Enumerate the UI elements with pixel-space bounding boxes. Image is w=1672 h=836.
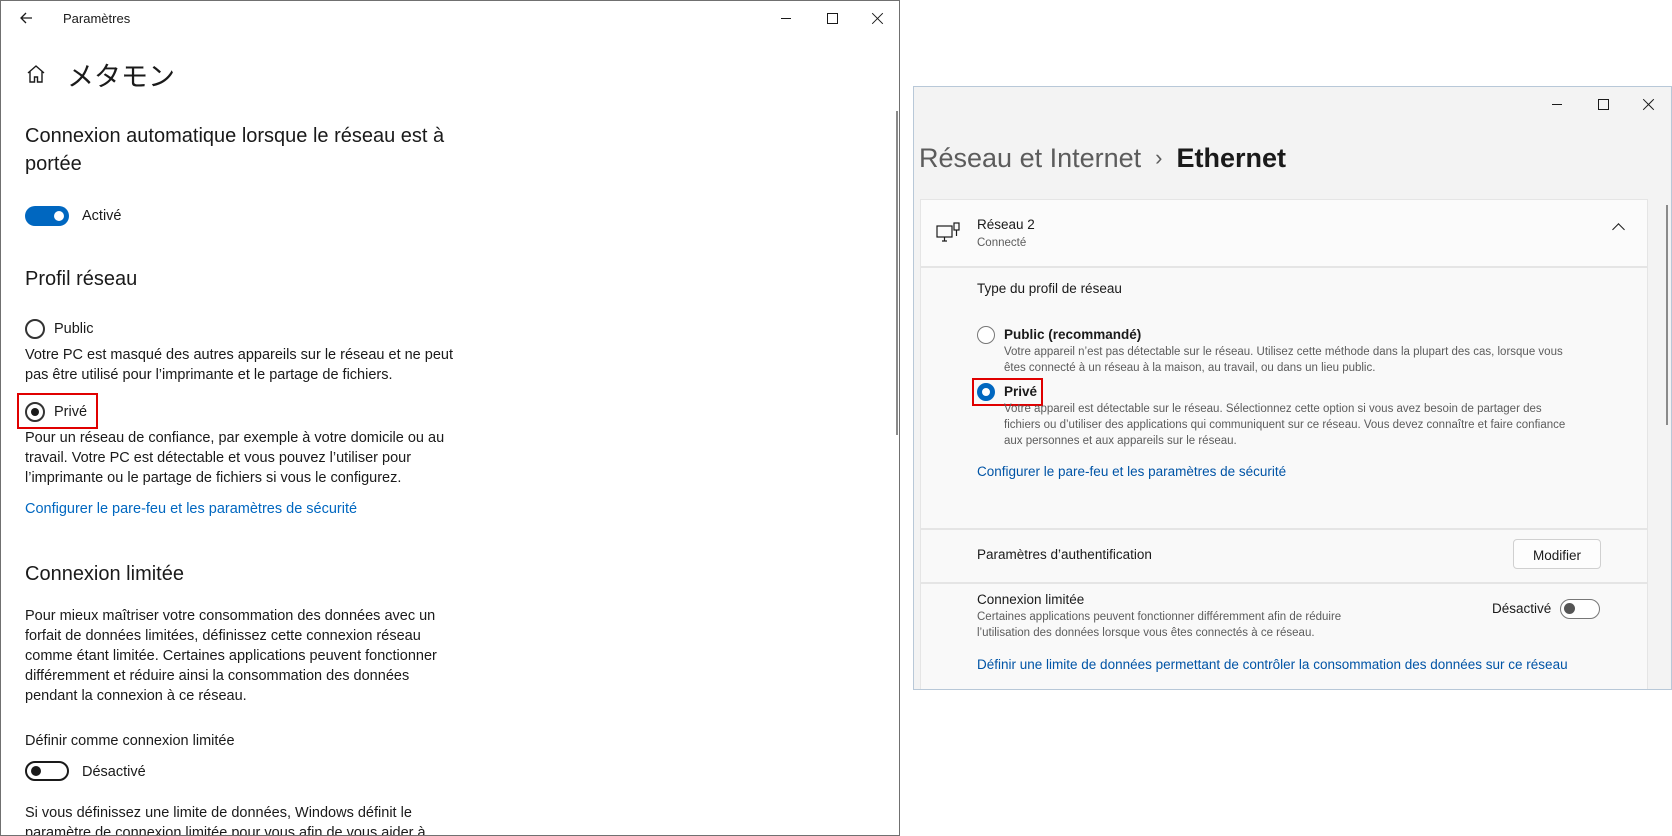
minimize-icon <box>1552 103 1562 105</box>
data-limit-footer: Si vous définissez une limite de données… <box>25 805 426 836</box>
public-radio-label: Public <box>54 321 94 337</box>
close-icon <box>1643 98 1655 110</box>
settings-window-win10: Paramètres メタモン Connexion automatique lo… <box>0 0 900 836</box>
page-title: メタモン <box>67 62 175 92</box>
scrollbar-thumb[interactable] <box>896 111 898 435</box>
metered-toggle-label: Désactivé <box>1492 601 1552 616</box>
network-status: Connecté <box>977 237 1027 249</box>
metered-description: Pour mieux maîtriser votre consommation … <box>25 608 437 704</box>
minimize-button[interactable] <box>763 1 809 35</box>
back-button[interactable] <box>15 7 37 29</box>
set-metered-label: Définir comme connexion limitée <box>25 733 235 749</box>
settings-window-win11: Réseau et Internet › Ethernet Réseau 2 Con… <box>913 86 1672 690</box>
minimize-button[interactable] <box>1534 87 1580 121</box>
app-title: Paramètres <box>63 11 131 26</box>
modify-button[interactable]: Modifier <box>1513 539 1601 569</box>
private-radio-label: Privé <box>54 404 88 420</box>
close-button[interactable] <box>855 1 899 35</box>
network-profile-heading: Profil réseau <box>25 268 138 290</box>
public-radio-label: Public (recommandé) <box>1004 327 1142 342</box>
firewall-settings-link[interactable]: Configurer le pare-feu et les paramètres… <box>977 464 1286 479</box>
back-arrow-icon <box>20 12 32 24</box>
breadcrumb-parent[interactable]: Réseau et Internet <box>919 143 1141 173</box>
private-description: Pour un réseau de confiance, par exemple… <box>25 430 445 486</box>
private-radio-label: Privé <box>1004 384 1038 399</box>
firewall-settings-link[interactable]: Configurer le pare-feu et les paramètres… <box>25 501 357 517</box>
ethernet-icon <box>936 222 960 242</box>
private-radio[interactable] <box>977 383 995 401</box>
metered-description: Certaines applications peuvent fonctionn… <box>977 611 1342 639</box>
metered-heading: Connexion limitée <box>25 563 184 585</box>
minimize-icon <box>781 17 791 19</box>
network-card-header[interactable] <box>920 199 1648 267</box>
metered-toggle[interactable] <box>1560 599 1600 619</box>
metered-toggle-label: Désactivé <box>82 764 146 780</box>
home-icon[interactable] <box>25 63 47 85</box>
maximize-icon <box>826 12 838 24</box>
auto-connect-heading: Connexion automatique lorsque le réseau … <box>25 125 445 175</box>
private-description: Votre appareil est détectable sur le rés… <box>1004 403 1566 447</box>
breadcrumb: Réseau et Internet › Ethernet <box>919 143 1286 174</box>
maximize-button[interactable] <box>1580 87 1626 121</box>
auth-settings-label: Paramètres d’authentification <box>977 547 1152 562</box>
auto-connect-toggle-label: Activé <box>82 208 122 224</box>
public-radio[interactable] <box>25 319 45 339</box>
scrollbar-thumb[interactable] <box>1666 205 1668 425</box>
public-radio[interactable] <box>977 326 995 344</box>
public-description: Votre appareil n’est pas détectable sur … <box>1004 346 1563 374</box>
auto-connect-toggle[interactable] <box>25 206 69 226</box>
close-button[interactable] <box>1626 87 1671 121</box>
profile-type-heading: Type du profil de réseau <box>977 281 1122 296</box>
network-name: Réseau 2 <box>977 217 1035 232</box>
breadcrumb-current: Ethernet <box>1176 143 1287 173</box>
maximize-button[interactable] <box>809 1 855 35</box>
private-radio[interactable] <box>25 402 45 422</box>
public-description: Votre PC est masqué des autres appareils… <box>25 347 453 383</box>
data-limit-link[interactable]: Définir une limite de données permettant… <box>977 657 1568 672</box>
maximize-icon <box>1597 98 1609 110</box>
metered-title: Connexion limitée <box>977 592 1085 607</box>
title-bar: Paramètres <box>1 1 899 35</box>
breadcrumb-separator: › <box>1155 145 1163 170</box>
close-icon <box>872 12 884 24</box>
metered-toggle[interactable] <box>25 761 69 781</box>
